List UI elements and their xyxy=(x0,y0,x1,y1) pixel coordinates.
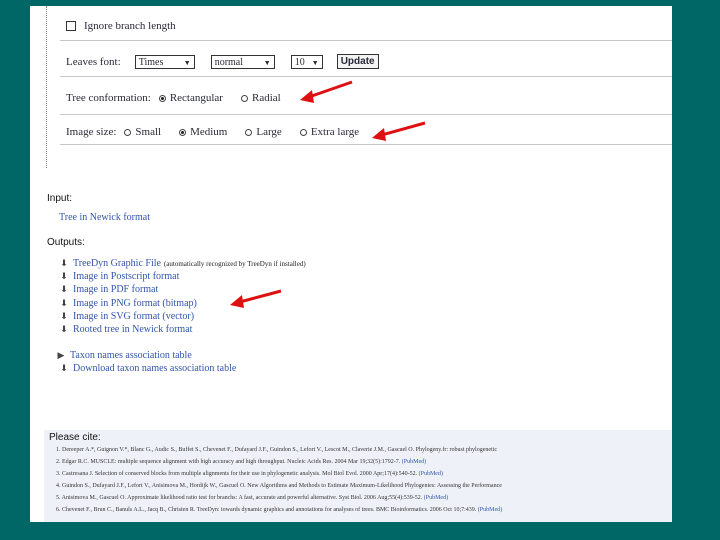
download-taxon-table-link[interactable]: ⬇ Download taxon names association table xyxy=(59,363,236,374)
image-size-row: Image size: Small Medium Large Extra lar… xyxy=(66,126,377,138)
citation-item: 1. Dereeper A.*, Guignon V.*, Blanc G., … xyxy=(56,447,498,453)
download-icon: ⬇ xyxy=(60,271,68,281)
divider xyxy=(60,40,672,41)
tree-conformation-row: Tree conformation: Rectangular Radial xyxy=(66,92,299,104)
pubmed-link[interactable]: (PubMed) xyxy=(419,471,443,477)
ignore-branch-length-checkbox[interactable] xyxy=(66,21,76,31)
radio-large[interactable]: Large xyxy=(245,126,282,138)
divider xyxy=(60,114,672,115)
dotted-divider xyxy=(46,6,47,168)
radio-small[interactable]: Small xyxy=(124,126,161,138)
radio-button-icon[interactable] xyxy=(158,94,166,102)
radio-rectangular[interactable]: Rectangular xyxy=(158,92,223,104)
radio-button-icon[interactable] xyxy=(245,128,253,136)
input-heading: Input: xyxy=(47,193,73,204)
treedyn-results-panel: Ignore branch length Leaves font: Times ▼… xyxy=(30,6,672,522)
output-link-png[interactable]: ⬇ Image in PNG format (bitmap) xyxy=(59,298,197,309)
pubmed-link[interactable]: (PubMed) xyxy=(478,507,502,513)
font-style-select[interactable]: normal ▼ xyxy=(210,54,275,69)
radio-button-icon[interactable] xyxy=(179,128,187,136)
red-arrow-icon xyxy=(372,121,426,141)
leaves-font-row: Leaves font: Times ▼ normal ▼ 10 ▼ Update xyxy=(66,54,379,69)
citation-item: 3. Castresana J. Selection of conserved … xyxy=(56,471,443,477)
radio-button-icon[interactable] xyxy=(124,128,132,136)
image-size-label: Image size: xyxy=(66,126,117,138)
download-icon: ⬇ xyxy=(60,298,68,308)
leaves-font-label: Leaves font: xyxy=(66,55,121,68)
radio-radial[interactable]: Radial xyxy=(240,92,281,104)
radio-extra-large[interactable]: Extra large xyxy=(299,126,359,138)
download-icon: ⬇ xyxy=(60,311,68,321)
download-icon: ⬇ xyxy=(60,284,68,294)
ignore-branch-length-label: Ignore branch length xyxy=(84,20,176,32)
radio-medium[interactable]: Medium xyxy=(179,126,227,138)
red-arrow-icon xyxy=(230,289,282,308)
taxon-table-link[interactable]: ▶ Taxon names association table xyxy=(56,350,192,361)
font-size-select[interactable]: 10 ▼ xyxy=(290,54,323,69)
ignore-branch-length-row: Ignore branch length xyxy=(66,20,176,32)
citations-heading: Please cite: xyxy=(49,432,101,443)
radio-button-icon[interactable] xyxy=(240,94,248,102)
treedyn-note: (automatically recognized by TreeDyn if … xyxy=(163,259,306,268)
font-family-select[interactable]: Times ▼ xyxy=(134,54,195,69)
output-link-pdf[interactable]: ⬇ Image in PDF format xyxy=(59,284,158,295)
pubmed-link[interactable]: (PubMed) xyxy=(402,459,426,465)
output-link-treedyn[interactable]: ⬇ TreeDyn Graphic File (automatically re… xyxy=(59,258,306,269)
divider xyxy=(60,76,672,77)
citation-item: 2. Edgar R.C. MUSCLE: multiple sequence … xyxy=(56,459,427,465)
tree-conformation-label: Tree conformation: xyxy=(66,92,151,104)
radio-button-icon[interactable] xyxy=(299,128,307,136)
citations-box: Please cite: 1. Dereeper A.*, Guignon V.… xyxy=(44,430,672,522)
red-arrow-icon xyxy=(300,80,353,103)
download-icon: ⬇ xyxy=(60,324,68,334)
citation-item: 5. Anisimova M., Gascuel O. Approximate … xyxy=(56,495,449,501)
output-link-postscript[interactable]: ⬇ Image in Postscript format xyxy=(59,271,179,282)
outputs-heading: Outputs: xyxy=(47,237,85,248)
update-button[interactable]: Update xyxy=(336,54,379,69)
divider xyxy=(60,144,672,145)
output-link-rooted-newick[interactable]: ⬇ Rooted tree in Newick format xyxy=(59,324,192,335)
download-icon: ⬇ xyxy=(60,363,68,373)
download-icon: ⬇ xyxy=(60,258,68,268)
output-link-svg[interactable]: ⬇ Image in SVG format (vector) xyxy=(59,311,194,322)
citation-item: 6. Chevenet F., Brun C., Banuls A.L., Ja… xyxy=(56,507,503,513)
play-icon: ▶ xyxy=(57,350,65,360)
citation-item: 4. Guindon S., Dufayard J.F., Lefort V.,… xyxy=(56,483,502,489)
pubmed-link[interactable]: (PubMed) xyxy=(424,495,448,501)
tree-newick-link[interactable]: Tree in Newick format xyxy=(59,212,150,223)
